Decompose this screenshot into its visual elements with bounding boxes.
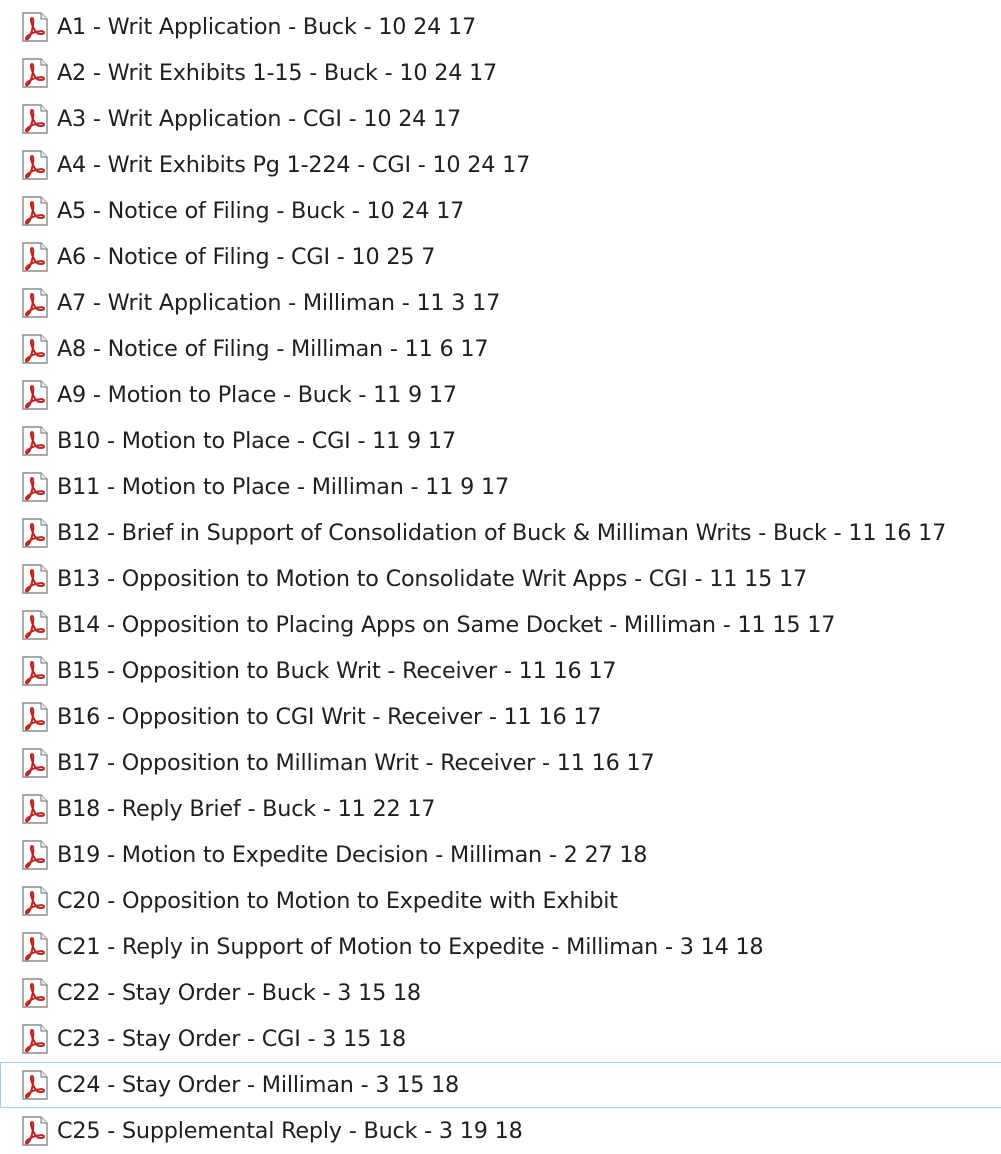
pdf-file-icon <box>22 196 48 226</box>
file-name: C24 - Stay Order - Milliman - 3 15 18 <box>57 1071 460 1098</box>
pdf-file-icon <box>22 1116 48 1146</box>
file-row[interactable]: A4 - Writ Exhibits Pg 1-224 - CGI - 10 2… <box>0 142 1001 188</box>
file-name: A6 - Notice of Filing - CGI - 10 25 7 <box>57 243 436 270</box>
file-name: B15 - Opposition to Buck Writ - Receiver… <box>57 657 617 684</box>
file-row[interactable]: B17 - Opposition to Milliman Writ - Rece… <box>0 740 1001 786</box>
file-row[interactable]: A6 - Notice of Filing - CGI - 10 25 7 <box>0 234 1001 280</box>
file-name: A3 - Writ Application - CGI - 10 24 17 <box>57 105 462 132</box>
file-row[interactable]: C22 - Stay Order - Buck - 3 15 18 <box>0 970 1001 1016</box>
file-row[interactable]: C25 - Supplemental Reply - Buck - 3 19 1… <box>0 1108 1001 1154</box>
file-row[interactable]: A5 - Notice of Filing - Buck - 10 24 17 <box>0 188 1001 234</box>
file-row[interactable]: A3 - Writ Application - CGI - 10 24 17 <box>0 96 1001 142</box>
file-name: B11 - Motion to Place - Milliman - 11 9 … <box>57 473 509 500</box>
file-row[interactable]: A7 - Writ Application - Milliman - 11 3 … <box>0 280 1001 326</box>
pdf-file-icon <box>22 978 48 1008</box>
pdf-file-icon <box>22 426 48 456</box>
file-name: B17 - Opposition to Milliman Writ - Rece… <box>57 749 655 776</box>
pdf-file-icon <box>22 840 48 870</box>
file-name: B10 - Motion to Place - CGI - 11 9 17 <box>57 427 456 454</box>
pdf-file-icon <box>22 1024 48 1054</box>
pdf-file-icon <box>22 58 48 88</box>
file-name: A2 - Writ Exhibits 1-15 - Buck - 10 24 1… <box>57 59 498 86</box>
file-name: A5 - Notice of Filing - Buck - 10 24 17 <box>57 197 465 224</box>
file-name: A4 - Writ Exhibits Pg 1-224 - CGI - 10 2… <box>57 151 531 178</box>
pdf-file-icon <box>22 242 48 272</box>
pdf-file-icon <box>22 656 48 686</box>
file-name: A1 - Writ Application - Buck - 10 24 17 <box>57 13 477 40</box>
pdf-file-icon <box>22 104 48 134</box>
pdf-file-icon <box>22 518 48 548</box>
file-name: B14 - Opposition to Placing Apps on Same… <box>57 611 836 638</box>
file-row[interactable]: C20 - Opposition to Motion to Expedite w… <box>0 878 1001 924</box>
file-name: C21 - Reply in Support of Motion to Expe… <box>57 933 764 960</box>
file-name: C23 - Stay Order - CGI - 3 15 18 <box>57 1025 406 1052</box>
file-name: B19 - Motion to Expedite Decision - Mill… <box>57 841 648 868</box>
file-name: C20 - Opposition to Motion to Expedite w… <box>57 887 618 914</box>
pdf-file-icon <box>22 288 48 318</box>
file-name: C22 - Stay Order - Buck - 3 15 18 <box>57 979 421 1006</box>
file-row[interactable]: A2 - Writ Exhibits 1-15 - Buck - 10 24 1… <box>0 50 1001 96</box>
file-name: A7 - Writ Application - Milliman - 11 3 … <box>57 289 501 316</box>
file-row[interactable]: B12 - Brief in Support of Consolidation … <box>0 510 1001 556</box>
file-name: A8 - Notice of Filing - Milliman - 11 6 … <box>57 335 489 362</box>
file-row[interactable]: B10 - Motion to Place - CGI - 11 9 17 <box>0 418 1001 464</box>
file-row[interactable]: A1 - Writ Application - Buck - 10 24 17 <box>0 4 1001 50</box>
pdf-file-icon <box>22 610 48 640</box>
file-name: A9 - Motion to Place - Buck - 11 9 17 <box>57 381 457 408</box>
file-list: A1 - Writ Application - Buck - 10 24 17 A… <box>0 4 1001 1154</box>
pdf-file-icon <box>22 472 48 502</box>
pdf-file-icon <box>22 150 48 180</box>
file-name: B18 - Reply Brief - Buck - 11 22 17 <box>57 795 436 822</box>
file-name: B12 - Brief in Support of Consolidation … <box>57 519 947 546</box>
pdf-file-icon <box>22 12 48 42</box>
pdf-file-icon <box>22 932 48 962</box>
pdf-file-icon <box>22 886 48 916</box>
file-row[interactable]: C23 - Stay Order - CGI - 3 15 18 <box>0 1016 1001 1062</box>
file-row[interactable]: B15 - Opposition to Buck Writ - Receiver… <box>0 648 1001 694</box>
file-row[interactable]: A9 - Motion to Place - Buck - 11 9 17 <box>0 372 1001 418</box>
file-row[interactable]: B13 - Opposition to Motion to Consolidat… <box>0 556 1001 602</box>
file-name: B13 - Opposition to Motion to Consolidat… <box>57 565 807 592</box>
pdf-file-icon <box>22 334 48 364</box>
pdf-file-icon <box>22 1070 48 1100</box>
pdf-file-icon <box>22 794 48 824</box>
file-name: C25 - Supplemental Reply - Buck - 3 19 1… <box>57 1117 523 1144</box>
file-row[interactable]: A8 - Notice of Filing - Milliman - 11 6 … <box>0 326 1001 372</box>
file-row[interactable]: B14 - Opposition to Placing Apps on Same… <box>0 602 1001 648</box>
file-row[interactable]: C21 - Reply in Support of Motion to Expe… <box>0 924 1001 970</box>
file-row[interactable]: B19 - Motion to Expedite Decision - Mill… <box>0 832 1001 878</box>
file-row[interactable]: C24 - Stay Order - Milliman - 3 15 18 <box>0 1062 1001 1108</box>
pdf-file-icon <box>22 564 48 594</box>
file-name: B16 - Opposition to CGI Writ - Receiver … <box>57 703 602 730</box>
pdf-file-icon <box>22 748 48 778</box>
file-row[interactable]: B18 - Reply Brief - Buck - 11 22 17 <box>0 786 1001 832</box>
file-row[interactable]: B11 - Motion to Place - Milliman - 11 9 … <box>0 464 1001 510</box>
pdf-file-icon <box>22 702 48 732</box>
file-row[interactable]: B16 - Opposition to CGI Writ - Receiver … <box>0 694 1001 740</box>
pdf-file-icon <box>22 380 48 410</box>
